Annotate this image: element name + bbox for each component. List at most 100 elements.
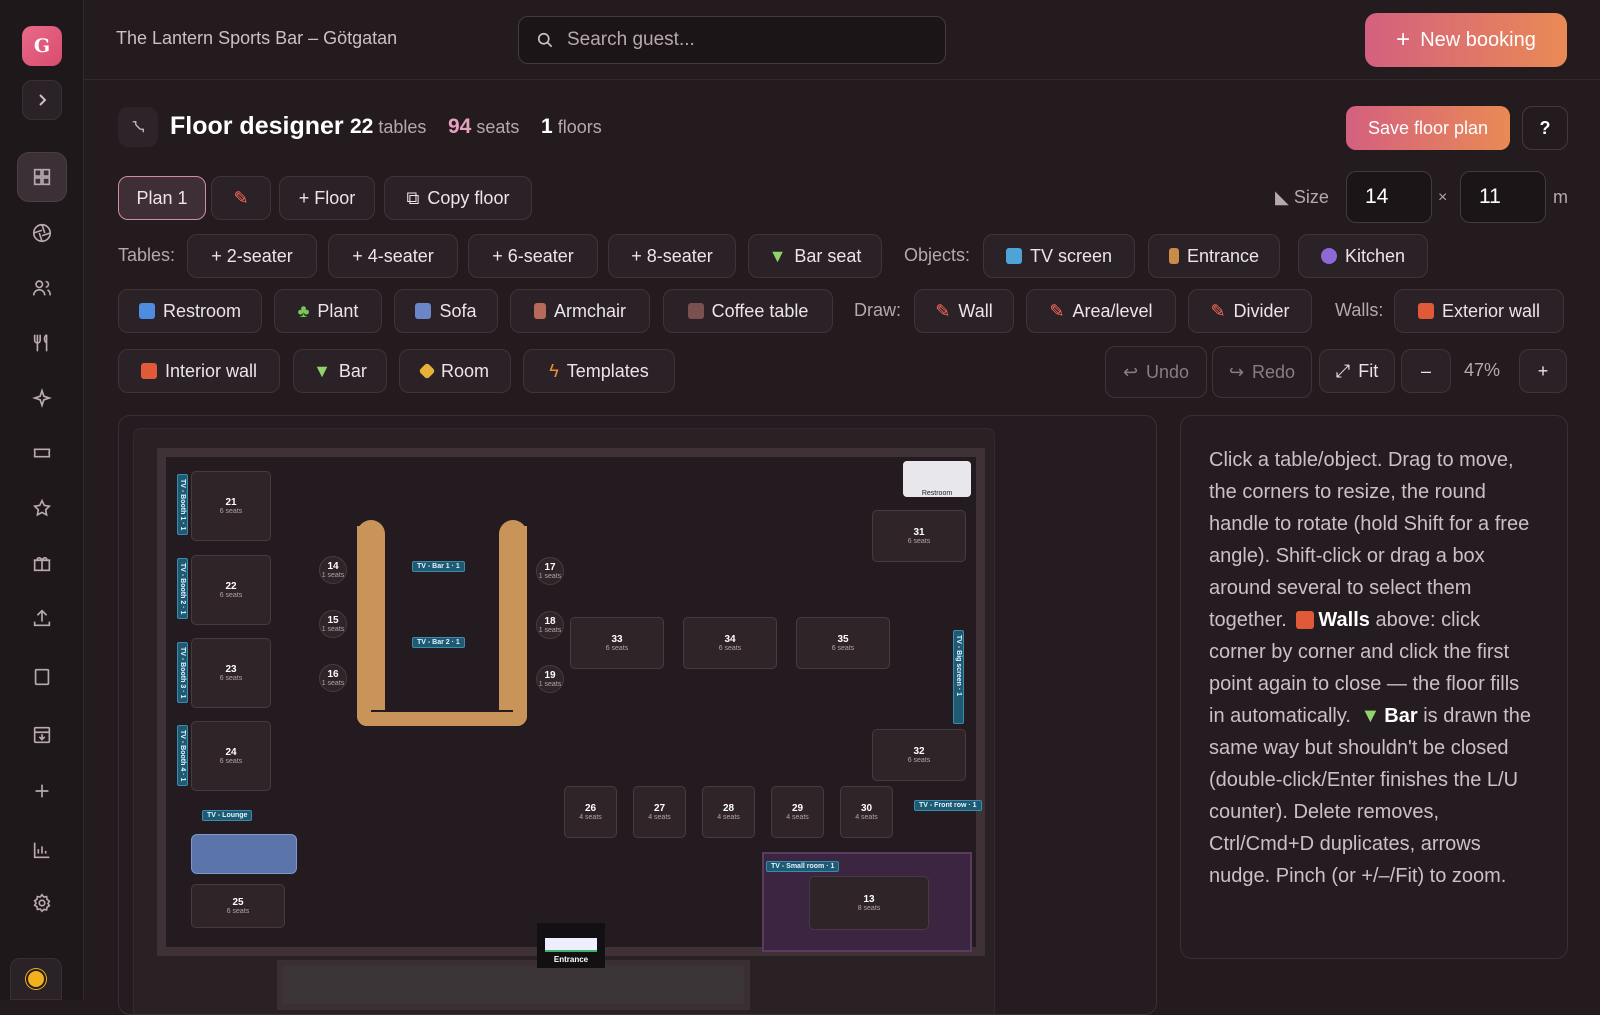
coffee-table-button[interactable]: Coffee table	[663, 289, 833, 333]
armchair-button[interactable]: Armchair	[510, 289, 650, 333]
sofa-button[interactable]: Sofa	[394, 289, 498, 333]
cocktail-icon: ▼	[1360, 705, 1381, 727]
wall-label: Wall	[958, 300, 993, 321]
wall-button[interactable]: ✎ Wall	[914, 289, 1014, 333]
bar-button[interactable]: ▼ Bar	[293, 349, 387, 393]
plant-button[interactable]: ♣ Plant	[274, 289, 382, 333]
kitchen-label: Kitchen	[1344, 245, 1406, 266]
top-bar: The Lantern Sports Bar – Götgatan + New …	[84, 0, 1600, 80]
redo-button[interactable]: ↪ Redo	[1212, 346, 1312, 398]
add-6-seater-button[interactable]: + 6-seater	[468, 234, 598, 278]
divider-button[interactable]: ✎ Divider	[1188, 289, 1312, 333]
new-booking-button[interactable]: + New booking	[1365, 13, 1567, 67]
tv-screen-label: TV screen	[1029, 245, 1113, 266]
tv-screen-button[interactable]: TV screen	[983, 234, 1135, 278]
book-icon[interactable]	[17, 652, 67, 702]
exterior-wall-button[interactable]: Exterior wall	[1394, 289, 1564, 333]
undo-button[interactable]: ↩ Undo	[1105, 346, 1207, 398]
restroom-label: Restroom	[162, 300, 242, 321]
plus-icon[interactable]	[17, 766, 67, 816]
sofa-label: Sofa	[439, 300, 477, 321]
utensils-icon[interactable]	[17, 318, 67, 368]
pencil-icon: ✎	[935, 300, 951, 321]
walls-label: Walls:	[1335, 300, 1384, 320]
entrance-button[interactable]: Entrance	[1148, 234, 1280, 278]
sofa-icon	[415, 303, 432, 319]
bar-chart-icon[interactable]	[17, 825, 67, 875]
new-booking-label: New booking	[1420, 28, 1536, 51]
theme-toggle-button[interactable]	[10, 958, 62, 1000]
pencil-icon: ✎	[1210, 300, 1226, 321]
copy-floor-button[interactable]: ⧉ Copy floor	[384, 176, 532, 220]
tables-stat: 22 tables	[350, 115, 427, 138]
templates-label: Templates	[566, 360, 649, 381]
restroom-button[interactable]: Restroom	[118, 289, 262, 333]
size-label: ◣ Size	[1275, 187, 1329, 207]
width-input[interactable]: 14	[1346, 171, 1432, 223]
help-bar: Bar	[1384, 705, 1418, 727]
zoom-out-button[interactable]: –	[1401, 349, 1451, 393]
settings-icon[interactable]	[17, 878, 67, 928]
save-floor-plan-button[interactable]: Save floor plan	[1346, 106, 1510, 150]
help-button[interactable]: ?	[1522, 106, 1568, 150]
search-input[interactable]	[567, 29, 927, 51]
help-walls: Walls	[1318, 609, 1370, 631]
ticket-icon[interactable]	[17, 428, 67, 478]
page-title: Floor designer	[170, 112, 344, 140]
pencil-icon: ✎	[1049, 300, 1065, 321]
room-label: Room	[440, 360, 489, 381]
venue-name: The Lantern Sports Bar – Götgatan	[116, 28, 398, 48]
add-8-seater-button[interactable]: + 8-seater	[608, 234, 736, 278]
cocktail-icon: ▼	[768, 245, 787, 266]
add-2-seater-button[interactable]: + 2-seater	[187, 234, 317, 278]
floor-board	[133, 428, 995, 1014]
undo-label: Undo	[1146, 361, 1190, 382]
gift-icon[interactable]	[17, 538, 67, 588]
rename-plan-button[interactable]: ✎	[211, 176, 271, 220]
plan-tab[interactable]: Plan 1	[118, 176, 206, 220]
fit-button[interactable]: ⤢ Fit	[1319, 349, 1395, 393]
copy-floor-label: Copy floor	[427, 187, 510, 208]
sidebar: G	[0, 0, 84, 1000]
objects-label: Objects:	[904, 245, 971, 265]
expand-sidebar-button[interactable]	[22, 80, 62, 120]
expand-icon: ⤢	[1335, 360, 1351, 381]
sparkle-icon[interactable]	[17, 373, 67, 423]
kitchen-button[interactable]: Kitchen	[1298, 234, 1428, 278]
upload-icon[interactable]	[17, 593, 67, 643]
help-bar-text: is drawn the same way but shouldn't be c…	[1209, 705, 1532, 887]
exterior-wall-label: Exterior wall	[1441, 300, 1541, 321]
plus-icon: +	[1396, 26, 1411, 53]
add-4-seater-button[interactable]: + 4-seater	[328, 234, 458, 278]
add-floor-button[interactable]: + Floor	[279, 176, 375, 220]
grid-icon[interactable]	[17, 152, 67, 202]
interior-wall-button[interactable]: Interior wall	[118, 349, 280, 393]
avatar[interactable]: G	[22, 26, 62, 66]
coffee-table-label: Coffee table	[711, 300, 809, 321]
bar-seat-button[interactable]: ▼ Bar seat	[748, 234, 882, 278]
help-panel: Click a table/object. Drag to move, the …	[1180, 415, 1568, 959]
plant-label: Plant	[317, 300, 359, 321]
users-icon[interactable]	[17, 263, 67, 313]
height-input[interactable]: 11	[1460, 171, 1546, 223]
zoom-in-button[interactable]: +	[1519, 349, 1567, 393]
times-sign: ×	[1438, 189, 1448, 206]
fit-label: Fit	[1358, 360, 1379, 381]
tables-label: Tables:	[118, 245, 176, 265]
restroom-icon	[138, 303, 155, 319]
area-level-button[interactable]: ✎ Area/level	[1026, 289, 1176, 333]
floor-plan-icon	[118, 107, 158, 147]
room-button[interactable]: Room	[399, 349, 511, 393]
templates-button[interactable]: ϟ Templates	[523, 349, 675, 393]
search-icon	[537, 32, 553, 48]
armchair-label: Armchair	[553, 300, 626, 321]
inbox-icon[interactable]	[17, 710, 67, 760]
brick-icon	[140, 363, 157, 379]
chevron-right-icon	[39, 94, 47, 106]
star-icon[interactable]	[17, 483, 67, 533]
search-box[interactable]	[518, 16, 946, 64]
door-icon	[1168, 248, 1179, 264]
floor-canvas[interactable]	[118, 415, 1157, 1015]
redo-label: Redo	[1252, 361, 1296, 382]
aperture-icon[interactable]	[17, 208, 67, 258]
